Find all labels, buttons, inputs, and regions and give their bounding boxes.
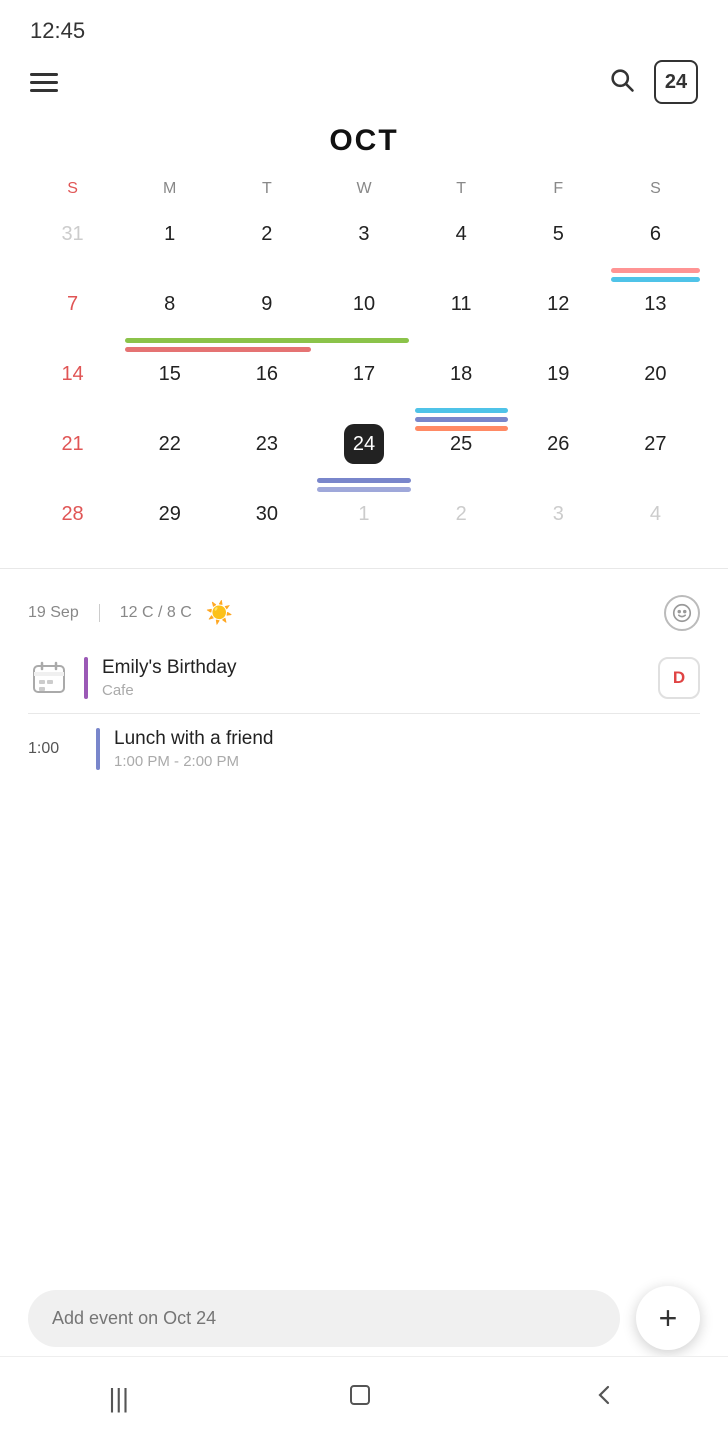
cal-day-16[interactable]: 16 — [218, 348, 315, 418]
event-list-section: 19 Sep 12 C / 8 C ☀️ — [0, 579, 728, 784]
event-date: 19 Sep — [28, 604, 79, 622]
time-display: 12:45 — [30, 18, 85, 43]
cal-day-17[interactable]: 17 — [315, 348, 412, 418]
weekday-tue: T — [218, 176, 315, 202]
weather-row: 19 Sep 12 C / 8 C ☀️ — [28, 579, 700, 643]
weekday-sun: S — [24, 176, 121, 202]
status-bar: 12:45 — [0, 0, 728, 52]
cal-day-22[interactable]: 22 — [121, 418, 218, 488]
cal-day-6[interactable]: 6 — [607, 208, 704, 278]
week-row-3: 14 15 16 17 18 19 20 — [24, 348, 704, 418]
mood-button[interactable] — [664, 595, 700, 631]
cal-day-nov2[interactable]: 2 — [413, 488, 510, 558]
add-event-fab[interactable]: + — [636, 1286, 700, 1350]
cal-day-13[interactable]: 13 — [607, 278, 704, 348]
home-button[interactable] — [322, 1371, 398, 1426]
cal-day-9[interactable]: 9 — [218, 278, 315, 348]
today-badge[interactable]: 24 — [654, 60, 698, 104]
cal-day-nov4[interactable]: 4 — [607, 488, 704, 558]
cal-day-1[interactable]: 1 — [121, 208, 218, 278]
event-info-lunch: Lunch with a friend 1:00 PM - 2:00 PM — [114, 728, 700, 770]
weekday-mon: M — [121, 176, 218, 202]
menu-button[interactable] — [30, 73, 58, 92]
cal-day-19[interactable]: 19 — [510, 348, 607, 418]
month-title: OCT — [24, 124, 704, 158]
weather-info: 19 Sep 12 C / 8 C ☀️ — [28, 600, 233, 626]
cal-day-4[interactable]: 4 — [413, 208, 510, 278]
weather-icon: ☀️ — [206, 600, 233, 626]
cal-day-21[interactable]: 21 — [24, 418, 121, 488]
event-birthday[interactable]: Emily's Birthday Cafe D — [28, 643, 700, 713]
cal-day-28[interactable]: 28 — [24, 488, 121, 558]
cal-day-nov1[interactable]: 1 — [315, 488, 412, 558]
cal-day-26[interactable]: 26 — [510, 418, 607, 488]
add-event-section: + — [0, 1286, 728, 1350]
event-color-bar-lunch — [96, 728, 100, 770]
event-sub-lunch: 1:00 PM - 2:00 PM — [114, 753, 700, 770]
event-color-bar-birthday — [84, 657, 88, 699]
cal-day-8[interactable]: 8 — [121, 278, 218, 348]
cal-day-25[interactable]: 25 — [413, 418, 510, 488]
section-divider — [0, 568, 728, 569]
cal-day-29[interactable]: 29 — [121, 488, 218, 558]
app-badge[interactable]: D — [658, 657, 700, 699]
event-sub-birthday: Cafe — [102, 682, 644, 699]
event-title-birthday: Emily's Birthday — [102, 657, 644, 679]
calendar-icon — [28, 657, 70, 699]
calendar: OCT S M T W T F S 31 1 2 3 4 5 6 7 8 9 — [0, 124, 728, 558]
search-button[interactable] — [608, 66, 636, 99]
toolbar-right: 24 — [608, 60, 698, 104]
cal-day-18[interactable]: 18 — [413, 348, 510, 418]
event-title-lunch: Lunch with a friend — [114, 728, 700, 750]
cal-day-2[interactable]: 2 — [218, 208, 315, 278]
week-row-4: 21 22 23 24 25 26 27 — [24, 418, 704, 488]
cal-day-3[interactable]: 3 — [315, 208, 412, 278]
back-button[interactable] — [567, 1371, 643, 1426]
cal-day-12[interactable]: 12 — [510, 278, 607, 348]
cal-day-14[interactable]: 14 — [24, 348, 121, 418]
cal-day-15[interactable]: 15 — [121, 348, 218, 418]
weekday-wed: W — [315, 176, 412, 202]
cal-day-11[interactable]: 11 — [413, 278, 510, 348]
week-row-2: 7 8 9 10 11 12 13 — [24, 278, 704, 348]
cal-day-31[interactable]: 31 — [24, 208, 121, 278]
cal-day-10[interactable]: 10 — [315, 278, 412, 348]
cal-day-23[interactable]: 23 — [218, 418, 315, 488]
recent-apps-icon: ||| — [109, 1383, 129, 1413]
weekday-thu: T — [413, 176, 510, 202]
cal-day-20[interactable]: 20 — [607, 348, 704, 418]
cal-day-24[interactable]: 24 — [315, 418, 412, 488]
cal-day-7[interactable]: 7 — [24, 278, 121, 348]
toolbar: 24 — [0, 52, 728, 114]
week-row-1: 31 1 2 3 4 5 6 — [24, 208, 704, 278]
cal-day-27[interactable]: 27 — [607, 418, 704, 488]
event-lunch[interactable]: 1:00 Lunch with a friend 1:00 PM - 2:00 … — [28, 714, 700, 784]
cal-day-30[interactable]: 30 — [218, 488, 315, 558]
weekday-sat: S — [607, 176, 704, 202]
event-info-birthday: Emily's Birthday Cafe — [102, 657, 644, 699]
add-event-input[interactable] — [28, 1290, 620, 1347]
weather-temp: 12 C / 8 C — [120, 604, 192, 622]
recent-apps-button[interactable]: ||| — [85, 1373, 153, 1424]
back-icon — [591, 1381, 619, 1409]
home-icon — [346, 1381, 374, 1409]
bottom-nav: ||| — [0, 1356, 728, 1440]
cal-day-nov3[interactable]: 3 — [510, 488, 607, 558]
weekdays-row: S M T W T F S — [24, 176, 704, 202]
cal-day-5[interactable]: 5 — [510, 208, 607, 278]
weekday-fri: F — [510, 176, 607, 202]
week-row-5: 28 29 30 1 2 3 4 — [24, 488, 704, 558]
event-time-lunch: 1:00 — [28, 740, 82, 758]
